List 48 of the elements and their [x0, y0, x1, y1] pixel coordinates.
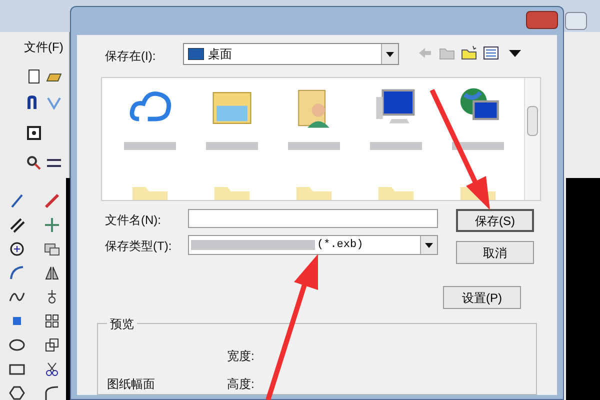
file-name-label: 文件名(N): — [105, 212, 161, 229]
setup-button[interactable]: 设置(P) — [443, 286, 521, 309]
dropdown-arrow-button[interactable] — [420, 236, 437, 254]
ellipse-icon[interactable] — [9, 337, 25, 353]
window-button[interactable] — [565, 12, 587, 30]
close-button[interactable] — [526, 11, 558, 29]
mirror-icon[interactable] — [44, 265, 60, 281]
caret-icon — [425, 242, 433, 248]
circle-icon[interactable] — [9, 241, 25, 257]
preview-title: 预览 — [107, 315, 137, 333]
menu-item[interactable]: 文件(F) — [24, 38, 64, 56]
blurred-label — [206, 142, 258, 150]
arc-icon[interactable] — [9, 265, 25, 281]
location-dropdown[interactable]: 桌面 — [183, 43, 399, 65]
save-type-value: (*.exb) — [317, 238, 364, 253]
save-type-dropdown[interactable]: (*.exb) — [188, 235, 438, 255]
scissors-icon[interactable] — [44, 361, 60, 377]
save-button[interactable]: 保存(S) — [456, 209, 534, 232]
line-icon[interactable] — [9, 193, 25, 209]
blurred-label — [288, 142, 340, 150]
location-value: 桌面 — [208, 46, 232, 63]
zoom-fit-icon[interactable] — [26, 125, 42, 141]
pencil-icon[interactable] — [44, 193, 60, 209]
scrollbar[interactable] — [524, 78, 540, 200]
scroll-thumb[interactable] — [527, 106, 538, 136]
view-menu-icon[interactable] — [483, 45, 499, 61]
desktop-icon — [188, 48, 204, 60]
blurred-label — [124, 142, 176, 150]
polygon-icon[interactable] — [9, 385, 25, 400]
dropdown-arrow-button[interactable] — [381, 44, 398, 64]
save-type-label: 保存类型(T): — [105, 238, 172, 255]
magnifier-icon[interactable] — [26, 155, 42, 171]
document-icon[interactable] — [26, 68, 42, 84]
parallel-lines-icon[interactable] — [9, 217, 25, 233]
blurred-label — [370, 142, 422, 150]
copy-icon[interactable] — [44, 241, 60, 257]
move-icon[interactable] — [44, 217, 60, 233]
caret-icon — [386, 52, 394, 56]
new-folder-icon[interactable] — [461, 45, 477, 61]
cancel-button[interactable]: 取消 — [456, 241, 534, 264]
save-in-label: 保存在(I): — [105, 48, 156, 65]
width-label: 宽度: — [227, 348, 254, 365]
scale-icon[interactable] — [44, 337, 60, 353]
file-name-field[interactable] — [188, 209, 438, 228]
fillet-icon[interactable] — [44, 385, 60, 400]
paper-size-label: 图纸幅面 — [107, 376, 155, 393]
array-icon[interactable] — [44, 313, 60, 329]
height-label: 高度: — [227, 376, 254, 393]
